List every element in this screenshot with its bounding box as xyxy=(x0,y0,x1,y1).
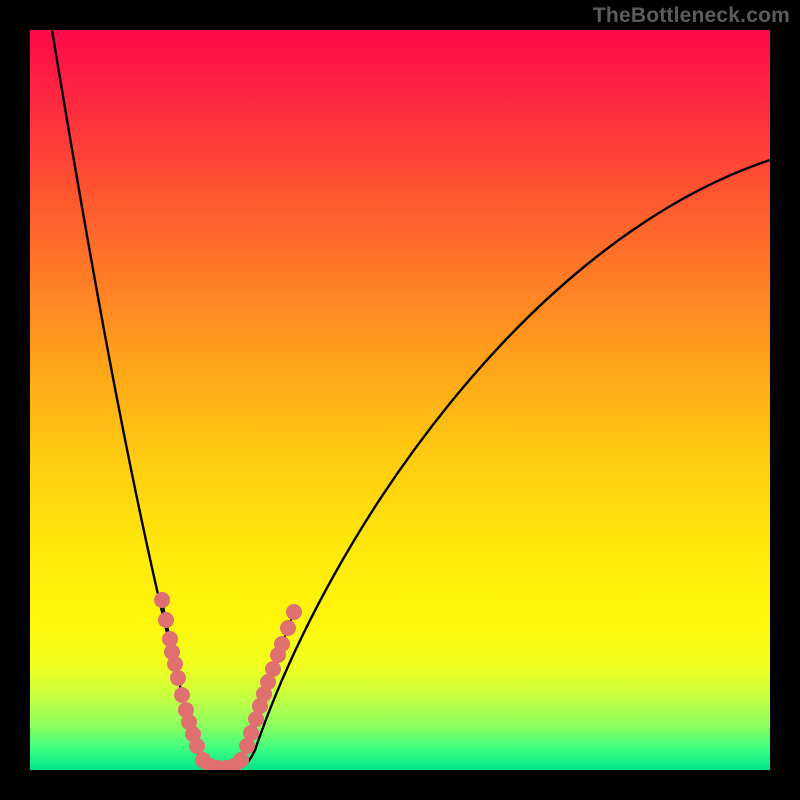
curve-left-curve xyxy=(52,30,216,769)
data-point xyxy=(280,620,296,636)
curve-layer xyxy=(30,30,770,770)
data-point xyxy=(170,670,186,686)
data-point xyxy=(189,738,205,754)
curve-right-curve xyxy=(230,160,770,769)
data-point xyxy=(158,612,174,628)
data-point xyxy=(265,661,281,677)
data-point xyxy=(167,656,183,672)
data-point xyxy=(174,687,190,703)
plot-area xyxy=(30,30,770,770)
data-point xyxy=(233,752,249,768)
data-point xyxy=(243,725,259,741)
data-point xyxy=(286,604,302,620)
watermark-text: TheBottleneck.com xyxy=(593,4,790,28)
data-point xyxy=(154,592,170,608)
data-point xyxy=(274,636,290,652)
chart-frame: TheBottleneck.com xyxy=(0,0,800,800)
